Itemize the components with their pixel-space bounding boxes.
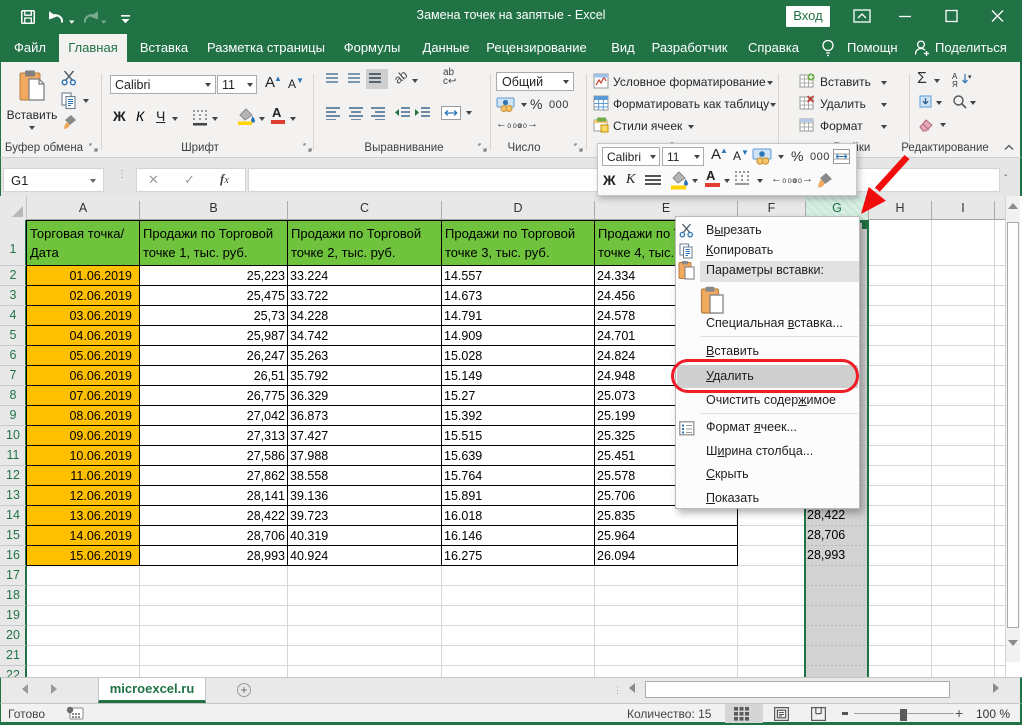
svg-text:Я: Я [952, 80, 958, 88]
svg-text:▾: ▾ [968, 74, 972, 81]
